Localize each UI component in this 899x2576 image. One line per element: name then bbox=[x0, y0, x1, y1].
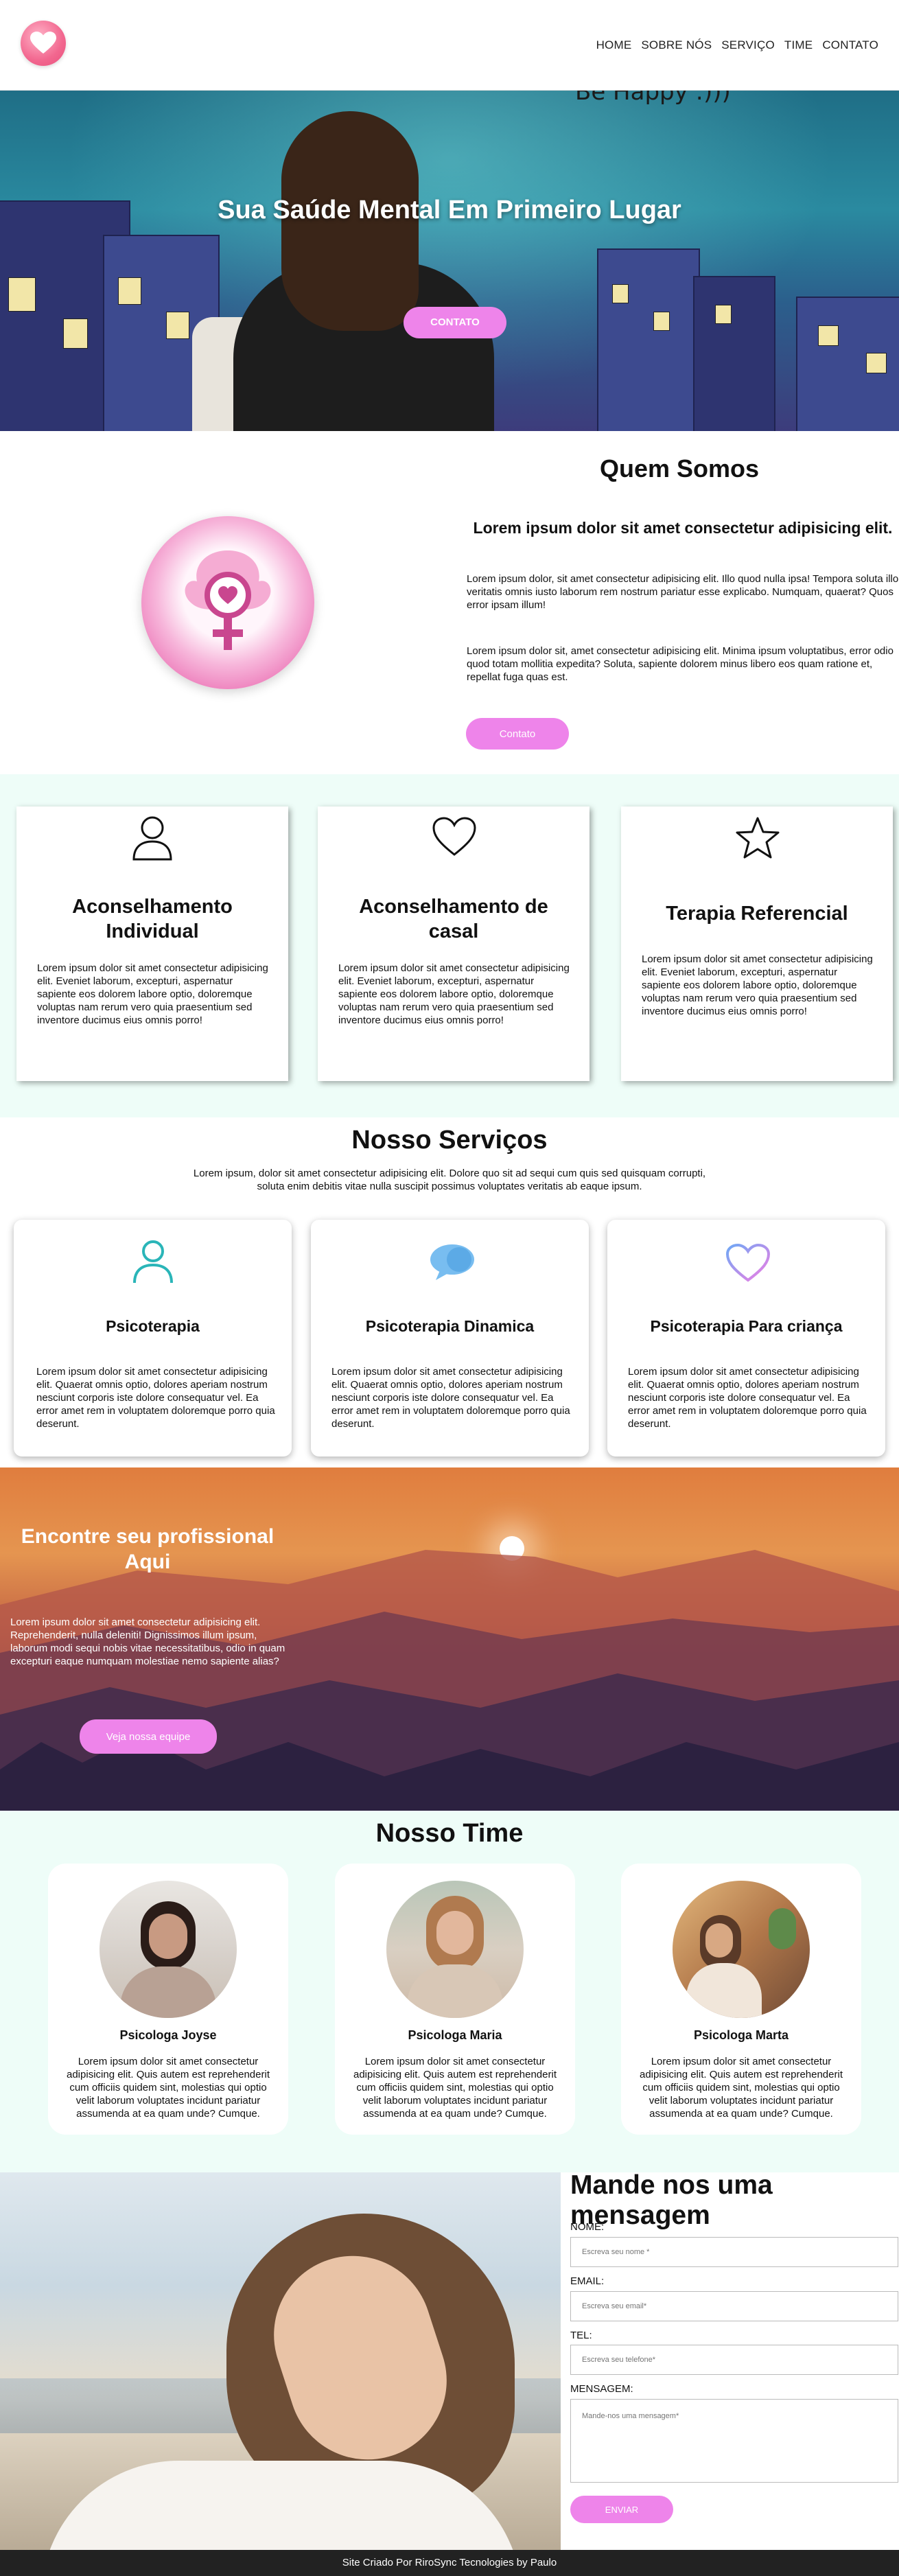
email-label: EMAIL: bbox=[570, 2275, 605, 2287]
service-text: Lorem ipsum dolor sit amet consectetur a… bbox=[628, 1366, 867, 1430]
feature-title: Terapia Referencial bbox=[666, 903, 848, 925]
person-icon bbox=[132, 1239, 174, 1288]
heart-logo-icon[interactable] bbox=[21, 21, 66, 66]
team-title: Nosso Time bbox=[375, 1819, 524, 1848]
feature-title: Aconselhamento de casal bbox=[359, 896, 548, 942]
heart-icon bbox=[725, 1243, 771, 1286]
hero-title: Sua Saúde Mental Em Primeiro Lugar bbox=[218, 196, 681, 224]
about-paragraph-2: Lorem ipsum dolor sit, amet consectetur … bbox=[467, 645, 894, 683]
nav-contato[interactable]: CONTATO bbox=[822, 38, 878, 52]
main-nav: HOME SOBRE NÓS SERVIÇO TIME CONTATO bbox=[596, 38, 878, 52]
service-title: Psicoterapia Dinamica bbox=[365, 1317, 535, 1335]
feature-card: Aconselhamento Individual Lorem ipsum do… bbox=[16, 807, 288, 1081]
about-subtitle: Lorem ipsum dolor sit amet consectetur a… bbox=[473, 519, 893, 537]
heart-icon bbox=[432, 816, 477, 861]
nav-sobre-nos[interactable]: SOBRE NÓS bbox=[641, 38, 712, 52]
feature-text: Lorem ipsum dolor sit amet consectetur a… bbox=[37, 962, 268, 1026]
hero-contact-button[interactable]: CONTATO bbox=[404, 307, 506, 338]
service-card: Psicoterapia Lorem ipsum dolor sit amet … bbox=[14, 1220, 292, 1457]
team-card: Psicologa Marta Lorem ipsum dolor sit am… bbox=[621, 1864, 861, 2135]
nav-time[interactable]: TIME bbox=[784, 38, 813, 52]
star-icon bbox=[735, 816, 780, 863]
about-title: Quem Somos bbox=[599, 454, 760, 483]
message-textarea[interactable] bbox=[570, 2399, 898, 2483]
person-icon bbox=[130, 814, 174, 866]
team-text: Lorem ipsum dolor sit amet consectetur a… bbox=[640, 2056, 843, 2120]
see-team-button[interactable]: Veja nossa equipe bbox=[80, 1719, 217, 1754]
service-text: Lorem ipsum dolor sit amet consectetur a… bbox=[36, 1366, 275, 1430]
team-photo bbox=[100, 1881, 237, 2018]
service-card: Psicoterapia Para criança Lorem ipsum do… bbox=[607, 1220, 885, 1457]
about-contact-button[interactable]: Contato bbox=[466, 718, 569, 750]
tel-label: TEL: bbox=[570, 2330, 592, 2341]
team-photo bbox=[386, 1881, 524, 2018]
name-input[interactable] bbox=[570, 2237, 898, 2267]
about-paragraph-1: Lorem ipsum dolor, sit amet consectetur … bbox=[467, 573, 899, 611]
about-emblem-image bbox=[141, 516, 314, 689]
building bbox=[693, 276, 775, 431]
nav-home[interactable]: HOME bbox=[596, 38, 632, 52]
footer: Site Criado Por RiroSync Tecnologies by … bbox=[0, 2550, 899, 2576]
find-professional-title: Encontre seu profissional Aqui bbox=[21, 1525, 275, 1573]
feature-card: Terapia Referencial Lorem ipsum dolor si… bbox=[621, 807, 893, 1081]
email-input[interactable] bbox=[570, 2291, 898, 2321]
message-label: MENSAGEM: bbox=[570, 2383, 633, 2395]
building bbox=[597, 248, 700, 431]
service-title: Psicoterapia Para criança bbox=[650, 1317, 843, 1335]
find-professional-text: Lorem ipsum dolor sit amet consectetur a… bbox=[10, 1616, 285, 1667]
feature-text: Lorem ipsum dolor sit amet consectetur a… bbox=[642, 953, 873, 1017]
hero-banner: Be Happy :))) Sua Saúde Mental Em Primei… bbox=[0, 91, 899, 431]
team-card: Psicologa Joyse Lorem ipsum dolor sit am… bbox=[48, 1864, 288, 2135]
team-text: Lorem ipsum dolor sit amet consectetur a… bbox=[353, 2056, 557, 2120]
team-name: Psicologa Marta bbox=[693, 2028, 789, 2042]
feature-text: Lorem ipsum dolor sit amet consectetur a… bbox=[338, 962, 570, 1026]
contact-title: Mande nos uma mensagem bbox=[570, 2170, 773, 2230]
team-name: Psicologa Maria bbox=[408, 2028, 502, 2042]
service-title: Psicoterapia bbox=[106, 1317, 200, 1335]
site-header: HOME SOBRE NÓS SERVIÇO TIME CONTATO bbox=[0, 0, 899, 91]
services-title: Nosso Serviços bbox=[351, 1126, 548, 1154]
team-text: Lorem ipsum dolor sit amet consectetur a… bbox=[67, 2056, 270, 2120]
tel-input[interactable] bbox=[570, 2345, 898, 2375]
team-card: Psicologa Maria Lorem ipsum dolor sit am… bbox=[335, 1864, 575, 2135]
name-label: NOME: bbox=[570, 2221, 605, 2233]
building bbox=[796, 297, 899, 431]
feature-title: Aconselhamento Individual bbox=[72, 896, 233, 942]
services-intro: Lorem ipsum, dolor sit amet consectetur … bbox=[193, 1168, 706, 1192]
send-button[interactable]: ENVIAR bbox=[570, 2496, 673, 2523]
service-text: Lorem ipsum dolor sit amet consectetur a… bbox=[331, 1366, 570, 1430]
feature-card: Aconselhamento de casal Lorem ipsum dolo… bbox=[318, 807, 589, 1081]
hero-scribble: Be Happy :))) bbox=[575, 91, 731, 106]
footer-text: Site Criado Por RiroSync Tecnologies by … bbox=[342, 2557, 557, 2568]
service-card: Psicoterapia Dinamica Lorem ipsum dolor … bbox=[311, 1220, 589, 1457]
chat-bubble-icon bbox=[429, 1243, 476, 1285]
nav-servico[interactable]: SERVIÇO bbox=[721, 38, 775, 52]
team-name: Psicologa Joyse bbox=[119, 2028, 217, 2042]
team-photo bbox=[673, 1881, 810, 2018]
contact-photo bbox=[0, 2172, 561, 2550]
